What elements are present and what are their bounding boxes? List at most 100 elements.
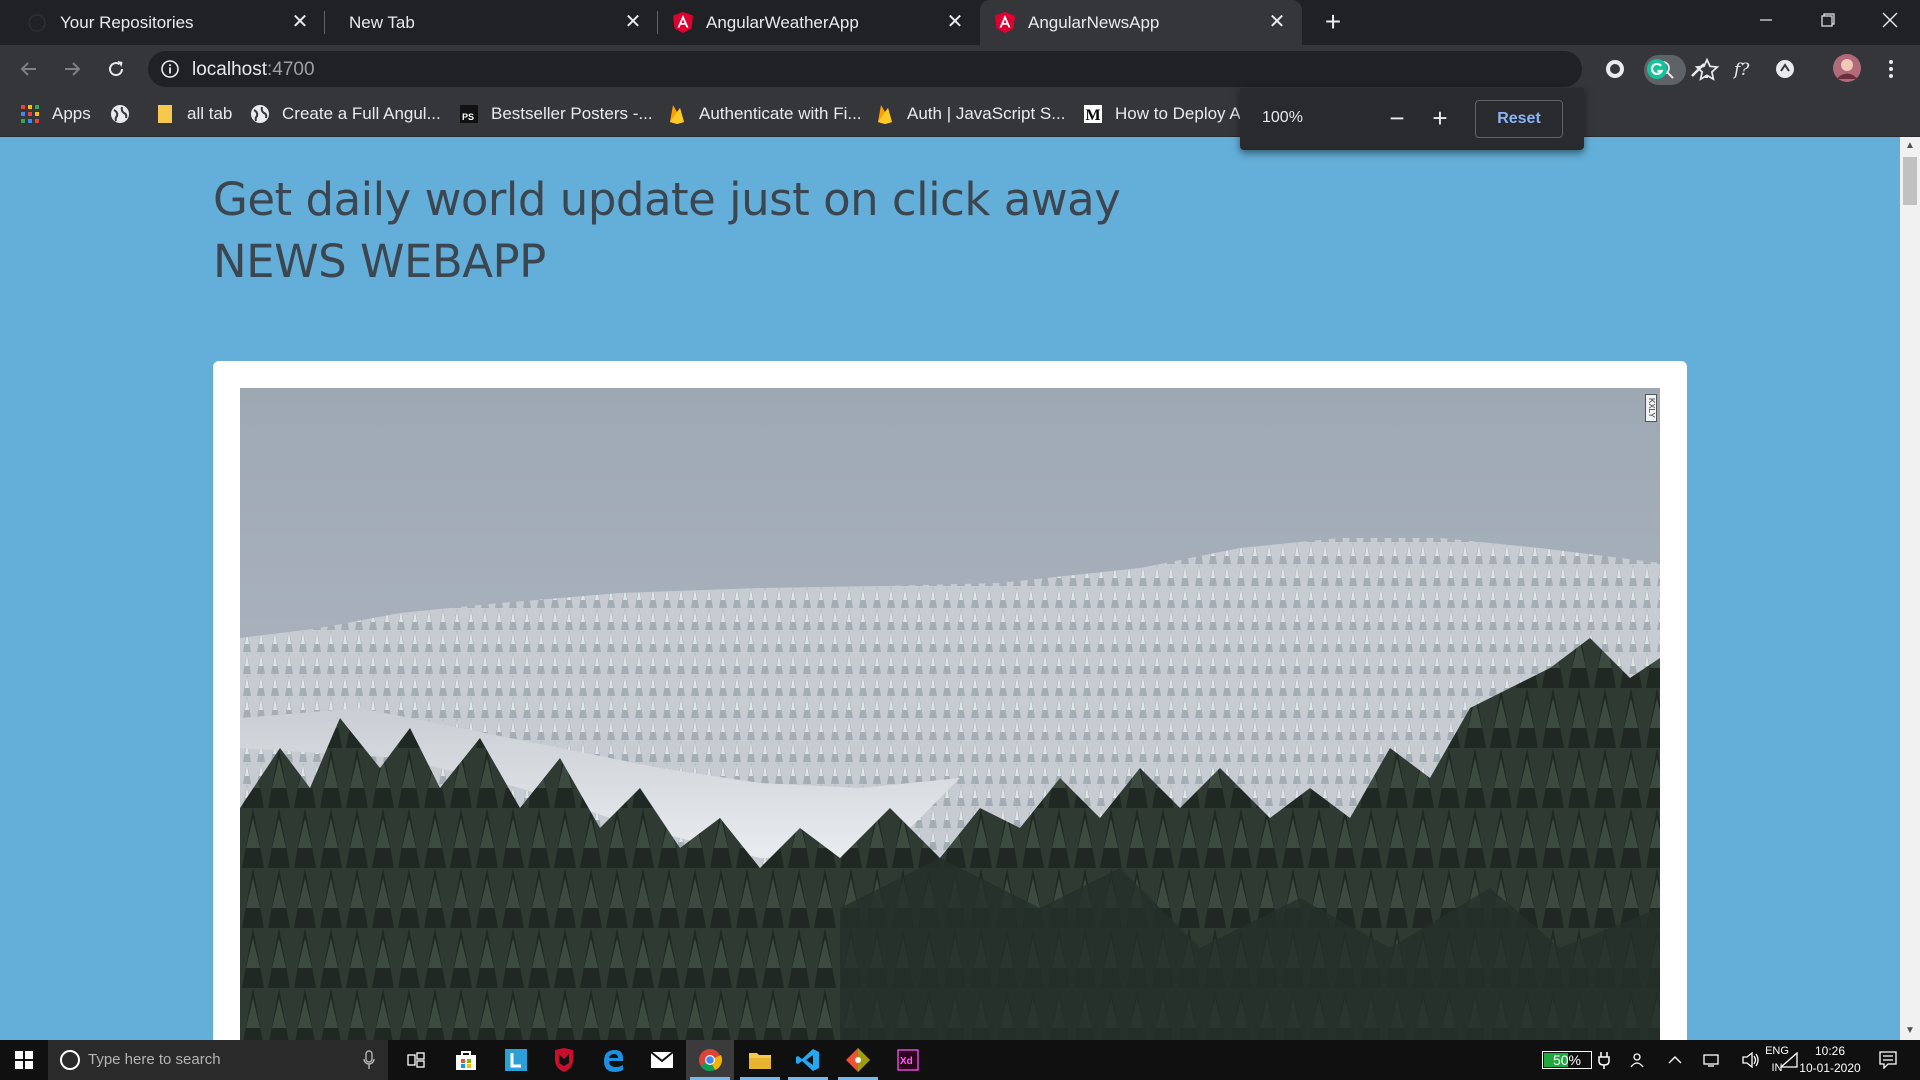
git-icon: [846, 1048, 870, 1072]
bookmark-label: How to Deploy Ar: [1115, 104, 1247, 123]
function-icon: f?: [1732, 60, 1750, 80]
bookmark-apps[interactable]: Apps: [20, 102, 91, 126]
shield-icon: [555, 1048, 573, 1072]
power-plug-icon[interactable]: [1598, 1051, 1610, 1069]
folder-icon: [155, 104, 175, 124]
clock-time: 10:26: [1814, 1044, 1846, 1058]
system-clock[interactable]: 10:26 10-01-2020: [1795, 1043, 1865, 1077]
formula-extension-icon[interactable]: f?: [1730, 56, 1756, 82]
pen-icon: [1691, 63, 1708, 78]
mail-app[interactable]: [638, 1040, 686, 1080]
pen-extension-icon[interactable]: [1686, 56, 1712, 82]
info-icon[interactable]: [160, 59, 180, 79]
tab-your-repositories[interactable]: Your Repositories ✕: [0, 0, 325, 45]
bookmark-auth-javascript[interactable]: Auth | JavaScript S...: [875, 102, 1065, 126]
close-window-button[interactable]: [1860, 0, 1920, 40]
chrome-icon: [699, 1049, 722, 1072]
page-headline: Get daily world update just on click awa…: [213, 173, 1121, 226]
zoom-level: 100%: [1262, 109, 1303, 126]
chevron-up-icon[interactable]: [1668, 1055, 1682, 1065]
mcafee-app[interactable]: [540, 1040, 588, 1080]
bookmark-globe[interactable]: [110, 102, 142, 126]
dark-reader-icon: [1606, 60, 1624, 78]
reload-button[interactable]: [100, 53, 132, 85]
microphone-icon[interactable]: [362, 1050, 376, 1070]
bookmark-all-tab[interactable]: all tab: [155, 102, 232, 126]
store-icon: [456, 1051, 476, 1070]
xd-icon: Xd: [897, 1049, 919, 1071]
tab-angular-weather-app[interactable]: AngularWeatherApp ✕: [658, 0, 980, 45]
url-host: localhost: [192, 59, 267, 80]
folder-icon: [749, 1053, 771, 1069]
news-image[interactable]: KXLY: [240, 388, 1660, 1040]
globe-icon: [250, 104, 270, 124]
start-button[interactable]: [0, 1040, 48, 1080]
windows-taskbar: Type here to search Xd 50% ENG IN 10:26 …: [0, 1040, 1920, 1080]
edge-app[interactable]: [590, 1040, 638, 1080]
refresh-circle-icon: [1776, 60, 1794, 78]
extension-icon[interactable]: [1602, 56, 1628, 82]
adobe-xd-app[interactable]: Xd: [884, 1040, 932, 1080]
bookmark-bestseller-posters[interactable]: PS Bestseller Posters -...: [459, 102, 653, 126]
scroll-down-arrow-icon[interactable]: ▼: [1900, 1022, 1920, 1040]
medium-icon: M: [1083, 104, 1103, 124]
language-code: ENG: [1765, 1045, 1789, 1057]
cortana-icon: [60, 1050, 80, 1070]
close-tab-icon[interactable]: ✕: [622, 11, 644, 33]
bookmark-how-to-deploy[interactable]: M How to Deploy Ar: [1083, 102, 1246, 126]
network-icon[interactable]: [1702, 1052, 1722, 1068]
vscode-icon: [796, 1049, 819, 1071]
svg-text:PS: PS: [462, 112, 474, 122]
action-center-button[interactable]: [1868, 1040, 1908, 1080]
close-tab-icon[interactable]: ✕: [1266, 11, 1288, 33]
vscode-app[interactable]: [784, 1040, 832, 1080]
forward-button[interactable]: [56, 53, 88, 85]
l-app[interactable]: [492, 1040, 540, 1080]
bookmark-authenticate-firebase[interactable]: Authenticate with Fi...: [667, 102, 862, 126]
address-bar[interactable]: localhost:4700: [148, 51, 1720, 87]
people-icon[interactable]: [1630, 1051, 1648, 1069]
windows-logo-icon: [15, 1051, 33, 1069]
l-app-icon: [505, 1049, 527, 1071]
git-app[interactable]: [834, 1040, 882, 1080]
close-tab-icon[interactable]: ✕: [289, 11, 311, 33]
bookmark-create-full-angular[interactable]: Create a Full Angul...: [250, 102, 441, 126]
close-tab-icon[interactable]: ✕: [944, 11, 966, 33]
new-tab-button[interactable]: +: [1318, 8, 1348, 38]
scroll-up-arrow-icon[interactable]: ▲: [1900, 137, 1920, 155]
news-card[interactable]: KXLY: [213, 361, 1687, 1040]
back-button[interactable]: [13, 53, 45, 85]
restore-button[interactable]: [1798, 0, 1858, 40]
zoom-in-button[interactable]: +: [1423, 102, 1457, 136]
page-viewport: Get daily world update just on click awa…: [0, 137, 1900, 1040]
store-app[interactable]: [442, 1040, 490, 1080]
chrome-app[interactable]: [686, 1040, 734, 1080]
zoom-out-button[interactable]: −: [1380, 102, 1414, 136]
tab-strip: Your Repositories ✕ New Tab ✕ AngularWea…: [0, 0, 1920, 45]
ps-icon: PS: [459, 104, 479, 124]
file-explorer-app[interactable]: [736, 1040, 784, 1080]
tab-angular-news-app[interactable]: AngularNewsApp ✕: [980, 0, 1302, 45]
sync-extension-icon[interactable]: [1772, 56, 1798, 82]
snowy-forest-image: [240, 388, 1660, 1040]
notification-icon: [1879, 1051, 1897, 1069]
tab-new-tab[interactable]: New Tab ✕: [325, 0, 658, 45]
clock-date: 10-01-2020: [1799, 1061, 1861, 1075]
tab-title: AngularWeatherApp: [706, 12, 859, 32]
search-placeholder: Type here to search: [88, 1051, 221, 1068]
battery-indicator[interactable]: 50%: [1542, 1051, 1592, 1069]
scrollbar-thumb[interactable]: [1903, 157, 1917, 205]
zoom-reset-button[interactable]: Reset: [1475, 100, 1563, 138]
task-view-button[interactable]: [392, 1040, 440, 1080]
menu-button[interactable]: [1878, 56, 1904, 82]
volume-icon[interactable]: [1742, 1052, 1760, 1068]
page-scrollbar[interactable]: ▲ ▼: [1900, 137, 1920, 1040]
profile-avatar[interactable]: [1832, 53, 1862, 83]
svg-text:M: M: [1086, 107, 1101, 123]
mail-icon: [650, 1051, 674, 1068]
minimize-button[interactable]: [1736, 0, 1796, 40]
firebase-icon: [667, 104, 687, 124]
input-language[interactable]: ENG IN: [1762, 1043, 1792, 1077]
taskbar-search[interactable]: Type here to search: [48, 1040, 388, 1080]
grammarly-icon[interactable]: [1644, 56, 1670, 82]
